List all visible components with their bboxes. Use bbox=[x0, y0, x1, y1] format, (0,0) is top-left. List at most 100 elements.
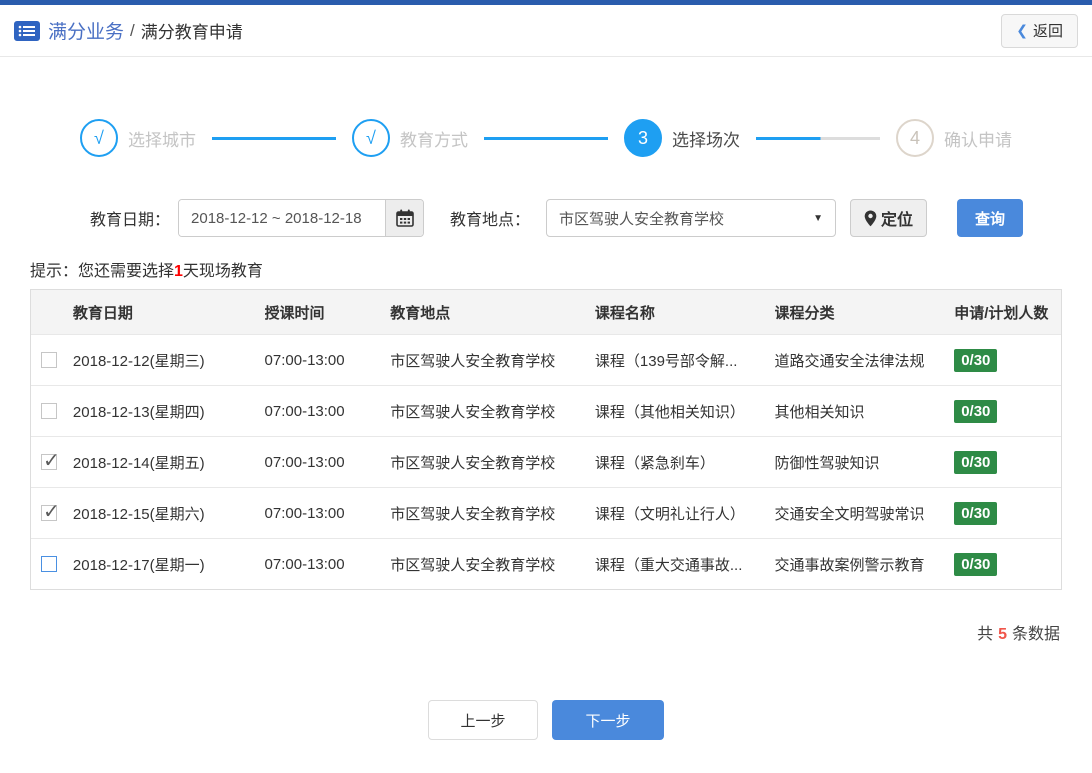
cell-place: 市区驾驶人安全教育学校 bbox=[390, 352, 556, 370]
row-checkbox[interactable] bbox=[40, 505, 60, 521]
session-table: 教育日期 授课时间 教育地点 课程名称 课程分类 申请/计划人数 2018-12… bbox=[30, 289, 1062, 590]
table-row[interactable]: 2018-12-12(星期三) 07:00-13:00 市区驾驶人安全教育学校 … bbox=[31, 334, 1061, 385]
header-course-name: 课程名称 bbox=[594, 304, 655, 322]
page-header: 满分业务 / 满分教育申请 ❮ 返回 bbox=[0, 5, 1092, 57]
cell-quota: 0/30 bbox=[954, 450, 1061, 474]
result-count: 共 5 条数据 bbox=[0, 620, 1060, 644]
list-icon bbox=[14, 20, 40, 41]
hint-suffix: 天现场教育 bbox=[182, 263, 263, 280]
cell-course: 课程（其他相关知识） bbox=[594, 403, 745, 421]
wizard-stepper: √ 选择城市 √ 教育方式 3 选择场次 4 确认申请 bbox=[0, 119, 1092, 157]
cell-date: 2018-12-17(星期一) bbox=[72, 556, 205, 574]
cell-course: 课程（文明礼让行人） bbox=[594, 505, 745, 523]
step-1-label: 选择城市 bbox=[128, 130, 196, 150]
date-range-input-group bbox=[178, 199, 425, 237]
cell-category: 交通安全文明驾驶常识 bbox=[774, 505, 925, 523]
education-place-label: 教育地点： bbox=[450, 212, 531, 229]
header-applied-planned: 申请/计划人数 bbox=[954, 304, 1049, 322]
filter-bar: 教育日期： 教育地点： 市区驾驶人安全教育学校 ▼ 定位 查询 bbox=[90, 199, 1092, 237]
education-date-label: 教育日期： bbox=[90, 212, 171, 229]
hint-prefix: 提示：您还需要选择 bbox=[30, 263, 175, 280]
step-1-circle: √ bbox=[80, 119, 118, 157]
back-button-label: 返回 bbox=[1032, 23, 1063, 40]
cell-checkbox bbox=[31, 505, 73, 521]
cell-course: 课程（139号部令解... bbox=[594, 352, 738, 370]
caret-down-icon: ▼ bbox=[813, 212, 824, 224]
cell-quota: 0/30 bbox=[954, 501, 1061, 525]
wizard-footer: 上一步 下一步 bbox=[0, 700, 1092, 740]
cell-date: 2018-12-14(星期五) bbox=[72, 454, 205, 472]
locate-button[interactable]: 定位 bbox=[850, 199, 928, 237]
cell-date: 2018-12-13(星期四) bbox=[72, 403, 205, 421]
cell-date: 2018-12-15(星期六) bbox=[72, 505, 205, 523]
table-header-row: 教育日期 授课时间 教育地点 课程名称 课程分类 申请/计划人数 bbox=[31, 290, 1061, 334]
row-checkbox[interactable] bbox=[40, 403, 57, 419]
cell-course: 课程（重大交通事故... bbox=[594, 556, 743, 574]
quota-badge: 0/30 bbox=[954, 450, 998, 474]
calendar-button[interactable] bbox=[385, 200, 424, 236]
education-place-value: 市区驾驶人安全教育学校 bbox=[559, 210, 725, 228]
cell-time: 07:00-13:00 bbox=[264, 555, 345, 573]
chevron-left-icon: ❮ bbox=[1016, 22, 1028, 38]
previous-step-button[interactable]: 上一步 bbox=[428, 700, 538, 740]
step-connector-2 bbox=[484, 136, 608, 140]
table-row[interactable]: 2018-12-15(星期六) 07:00-13:00 市区驾驶人安全教育学校 … bbox=[31, 487, 1061, 538]
cell-place: 市区驾驶人安全教育学校 bbox=[390, 556, 556, 574]
step-4-label: 确认申请 bbox=[944, 130, 1012, 150]
hint-text: 提示：您还需要选择1天现场教育 bbox=[30, 257, 1092, 281]
step-2-label: 教育方式 bbox=[400, 130, 468, 150]
quota-badge: 0/30 bbox=[954, 348, 998, 372]
count-suffix: 条数据 bbox=[1011, 626, 1060, 643]
count-number: 5 bbox=[998, 626, 1007, 643]
location-pin-icon bbox=[864, 210, 877, 226]
cell-date: 2018-12-12(星期三) bbox=[72, 352, 205, 370]
step-connector-3 bbox=[756, 136, 880, 140]
cell-checkbox bbox=[31, 352, 73, 368]
cell-quota: 0/30 bbox=[954, 552, 1061, 576]
table-body: 2018-12-12(星期三) 07:00-13:00 市区驾驶人安全教育学校 … bbox=[31, 334, 1061, 589]
back-button[interactable]: ❮ 返回 bbox=[1001, 13, 1078, 48]
cell-checkbox bbox=[31, 403, 73, 419]
cell-checkbox bbox=[31, 454, 73, 470]
step-connector-1 bbox=[212, 136, 336, 140]
date-range-input[interactable] bbox=[179, 200, 386, 236]
cell-course: 课程（紧急刹车） bbox=[594, 454, 715, 472]
cell-place: 市区驾驶人安全教育学校 bbox=[390, 505, 556, 523]
table-row[interactable]: 2018-12-14(星期五) 07:00-13:00 市区驾驶人安全教育学校 … bbox=[31, 436, 1061, 487]
header-course-category: 课程分类 bbox=[774, 304, 835, 322]
row-checkbox[interactable] bbox=[40, 352, 57, 368]
quota-badge: 0/30 bbox=[954, 552, 998, 576]
cell-time: 07:00-13:00 bbox=[264, 402, 345, 420]
education-place-select[interactable]: 市区驾驶人安全教育学校 ▼ bbox=[546, 199, 837, 237]
next-step-button[interactable]: 下一步 bbox=[552, 700, 664, 740]
header-education-place: 教育地点 bbox=[390, 304, 451, 322]
cell-checkbox bbox=[31, 556, 73, 572]
count-prefix: 共 bbox=[977, 626, 994, 643]
table-row[interactable]: 2018-12-17(星期一) 07:00-13:00 市区驾驶人安全教育学校 … bbox=[31, 538, 1061, 589]
cell-place: 市区驾驶人安全教育学校 bbox=[390, 454, 556, 472]
cell-quota: 0/30 bbox=[954, 399, 1061, 423]
step-4-circle: 4 bbox=[896, 119, 934, 157]
cell-category: 防御性驾驶知识 bbox=[774, 454, 880, 472]
step-3-circle: 3 bbox=[624, 119, 662, 157]
calendar-icon bbox=[395, 209, 414, 227]
cell-time: 07:00-13:00 bbox=[264, 504, 345, 522]
cell-quota: 0/30 bbox=[954, 348, 1061, 372]
breadcrumb-separator: / bbox=[130, 20, 135, 40]
header-class-time: 授课时间 bbox=[264, 304, 325, 322]
step-select-city: √ 选择城市 bbox=[80, 119, 196, 157]
breadcrumb-root[interactable]: 满分业务 bbox=[48, 17, 124, 44]
hint-days-remaining: 1 bbox=[174, 263, 183, 280]
search-button[interactable]: 查询 bbox=[957, 199, 1024, 237]
row-checkbox[interactable] bbox=[40, 454, 60, 470]
cell-time: 07:00-13:00 bbox=[264, 453, 345, 471]
cell-category: 其他相关知识 bbox=[774, 403, 865, 421]
table-row[interactable]: 2018-12-13(星期四) 07:00-13:00 市区驾驶人安全教育学校 … bbox=[31, 385, 1061, 436]
cell-time: 07:00-13:00 bbox=[264, 351, 345, 369]
cell-place: 市区驾驶人安全教育学校 bbox=[390, 403, 556, 421]
row-checkbox[interactable] bbox=[40, 556, 57, 572]
cell-category: 交通事故案例警示教育 bbox=[774, 556, 925, 574]
quota-badge: 0/30 bbox=[954, 399, 998, 423]
header-education-date: 教育日期 bbox=[72, 304, 133, 322]
step-confirm-apply: 4 确认申请 bbox=[896, 119, 1012, 157]
